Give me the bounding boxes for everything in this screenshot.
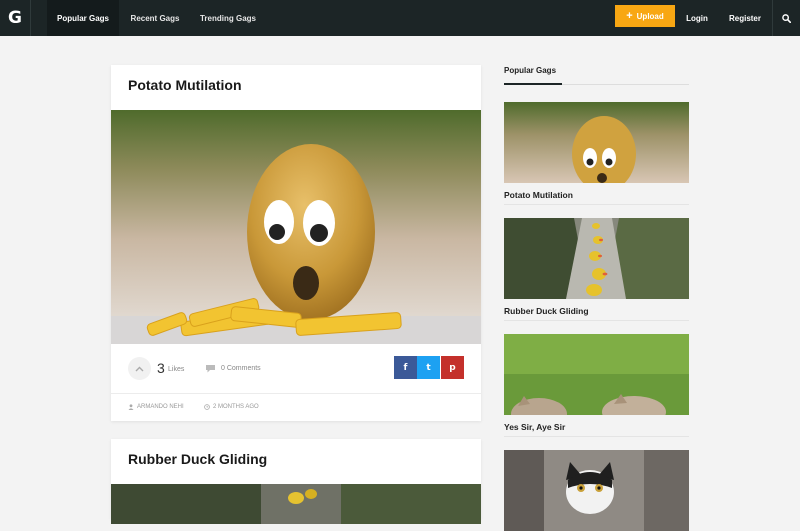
plus-icon: + xyxy=(626,9,633,22)
post-title[interactable]: Potato Mutilation xyxy=(128,77,242,93)
potato-thumbnail[interactable] xyxy=(504,102,689,183)
site-logo[interactable]: G xyxy=(0,0,30,36)
sidebar-item-title[interactable]: Potato Mutilation xyxy=(504,190,689,200)
post-meta: ARMANDO NEHI 2 MONTHS AGO xyxy=(111,394,481,421)
sidebar-item[interactable]: Rubber Duck Gliding xyxy=(504,218,689,321)
sidebar-item-divider xyxy=(504,204,689,205)
register-link[interactable]: Register xyxy=(722,0,768,36)
author-name: ARMANDO NEHI xyxy=(137,404,184,410)
upvote-button[interactable] xyxy=(128,357,151,380)
duck-illustration xyxy=(111,484,481,524)
sidebar-item-divider xyxy=(504,320,689,321)
like-count: 3 xyxy=(157,360,165,376)
logo-letter: G xyxy=(8,8,22,28)
twitter-icon: t xyxy=(426,362,431,373)
pinterest-icon: p xyxy=(449,362,456,373)
post-author[interactable]: ARMANDO NEHI xyxy=(128,404,184,410)
nav-trending-gags[interactable]: Trending Gags xyxy=(191,0,265,36)
user-icon xyxy=(128,404,134,410)
facebook-share-button[interactable]: f xyxy=(394,356,417,379)
post-image[interactable] xyxy=(111,484,481,524)
chevron-up-icon xyxy=(135,366,144,371)
comment-icon xyxy=(206,365,215,373)
sidebar-heading[interactable]: Popular Gags xyxy=(504,66,556,75)
clock-icon xyxy=(204,404,210,410)
post-image[interactable] xyxy=(111,110,481,344)
likes-label: Likes xyxy=(168,366,185,373)
sidebar-item-title[interactable]: Rubber Duck Gliding xyxy=(504,306,689,316)
duck-thumbnail[interactable] xyxy=(504,218,689,299)
nav-recent-gags[interactable]: Recent Gags xyxy=(121,0,189,36)
sidebar-item-title[interactable]: Yes Sir, Aye Sir xyxy=(504,422,689,432)
nav-popular-gags[interactable]: Popular Gags xyxy=(47,0,119,36)
comments-link[interactable]: 0 Comments xyxy=(221,365,261,372)
twitter-share-button[interactable]: t xyxy=(417,356,440,379)
post-card: Potato Mutilation 3 Likes 0 Comments f t… xyxy=(111,65,481,421)
top-navigation-bar: G Popular Gags Recent Gags Trending Gags… xyxy=(0,0,800,36)
post-card: Rubber Duck Gliding xyxy=(111,439,481,524)
upload-label: Upload xyxy=(636,11,664,21)
search-button[interactable] xyxy=(772,0,800,36)
sidebar-item[interactable]: Yes Sir, Aye Sir xyxy=(504,334,689,437)
login-link[interactable]: Login xyxy=(680,0,714,36)
upload-button[interactable]: + Upload xyxy=(615,5,675,27)
cats-thumbnail[interactable] xyxy=(504,334,689,415)
facebook-icon: f xyxy=(403,362,408,373)
time-ago: 2 MONTHS AGO xyxy=(213,404,259,410)
post-title[interactable]: Rubber Duck Gliding xyxy=(128,451,267,467)
sidebar-item-divider xyxy=(504,436,689,437)
sidebar-divider-accent xyxy=(504,83,562,85)
cat-thumbnail[interactable] xyxy=(504,450,689,531)
pinterest-share-button[interactable]: p xyxy=(441,356,464,379)
sidebar-item[interactable] xyxy=(504,450,689,531)
post-actions: 3 Likes 0 Comments f t p xyxy=(111,344,481,394)
logo-divider xyxy=(30,0,31,36)
sidebar-item[interactable]: Potato Mutilation xyxy=(504,102,689,205)
search-icon xyxy=(782,13,791,23)
post-time: 2 MONTHS AGO xyxy=(204,404,259,410)
potato-illustration xyxy=(111,110,481,344)
